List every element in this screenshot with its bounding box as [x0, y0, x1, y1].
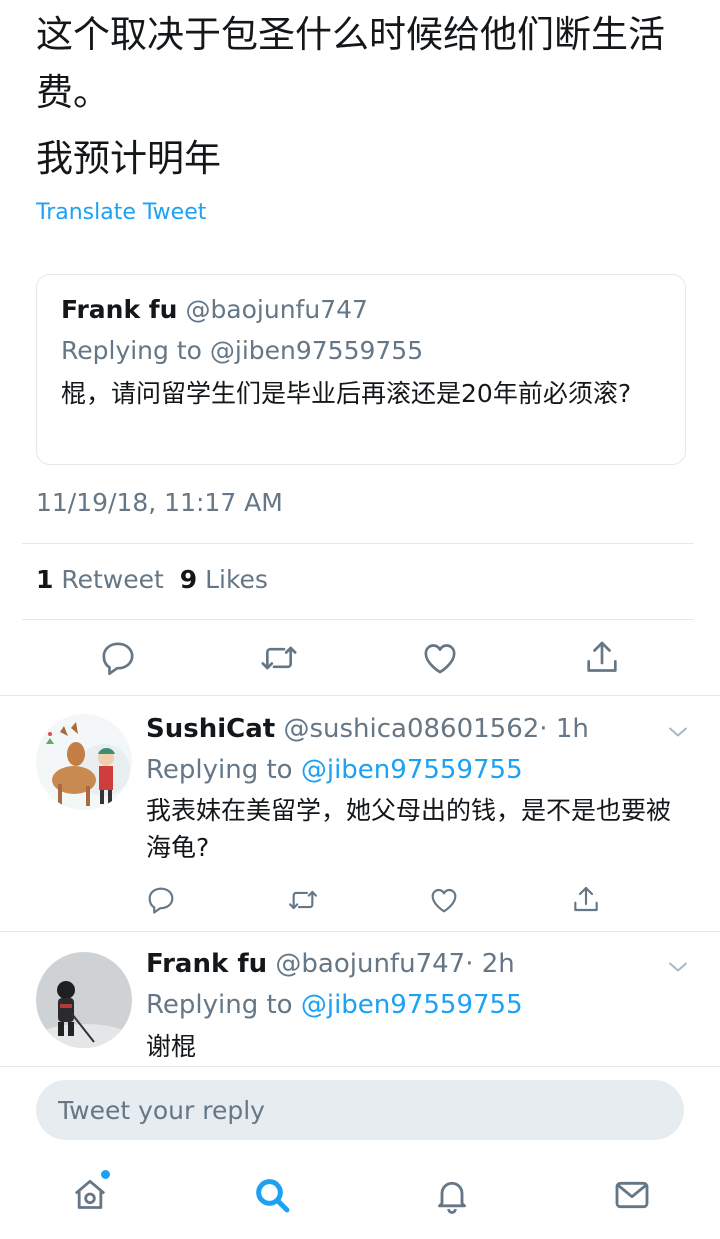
reply-replying-to: Replying to @jiben97559755	[146, 753, 523, 787]
quoted-author-name: Frank fu	[61, 295, 178, 324]
reply-input[interactable]	[36, 1080, 684, 1140]
tweet-action-bar	[0, 630, 720, 690]
replying-to-handle[interactable]: @jiben97559755	[301, 755, 523, 785]
quoted-tweet[interactable]: Frank fu @baojunfu747 Replying to @jiben…	[36, 274, 686, 465]
avatar[interactable]	[36, 714, 132, 810]
quoted-replying-to: Replying to @jiben97559755	[61, 336, 424, 365]
like-count: 9	[179, 565, 198, 594]
like-icon[interactable]	[420, 638, 460, 678]
home-icon[interactable]	[70, 1175, 110, 1215]
retweet-icon[interactable]	[259, 638, 299, 678]
reply-author-name[interactable]: SushiCat	[146, 714, 275, 744]
reply-replying-to: Replying to @jiben97559755	[146, 988, 523, 1022]
replying-to-label: Replying to	[146, 990, 301, 1020]
divider	[22, 543, 694, 544]
quoted-author-handle: @baojunfu747	[185, 295, 368, 324]
reply-tweet[interactable]: Frank fu @baojunfu747· 2h Replying to @j…	[0, 932, 720, 1066]
like-count-link[interactable]: 9 Likes	[180, 565, 268, 594]
reply-time: · 2h	[465, 949, 515, 979]
reply-text: 我表妹在美留学，她父母出的钱，是不是也要被海龟?	[146, 796, 672, 862]
retweet-label: Retweet	[61, 565, 164, 594]
tweet-stats: 1 Retweet 9 Likes	[36, 565, 268, 594]
notification-dot	[101, 1170, 110, 1179]
retweet-icon[interactable]	[287, 884, 319, 916]
tweet-timestamp: 11/19/18, 11:17 AM	[36, 488, 283, 517]
reply-tweet[interactable]: SushiCat @sushica08601562· 1h Replying t…	[0, 696, 720, 931]
replying-to-label: Replying to	[146, 755, 301, 785]
replying-to-handle[interactable]: @jiben97559755	[301, 990, 523, 1020]
reply-author-name[interactable]: Frank fu	[146, 949, 267, 979]
search-icon[interactable]	[252, 1175, 292, 1215]
reply-text: 谢棍	[146, 1032, 197, 1061]
reply-header: SushiCat @sushica08601562· 1h	[146, 712, 589, 746]
share-icon[interactable]	[570, 884, 602, 916]
messages-icon[interactable]	[612, 1175, 652, 1215]
like-icon[interactable]	[428, 884, 460, 916]
avatar[interactable]	[36, 952, 132, 1048]
reply-icon[interactable]	[145, 884, 177, 916]
reply-icon[interactable]	[98, 638, 138, 678]
quoted-tweet-text: 棍，请问留学生们是毕业后再滚还是20年前必须滚?	[61, 379, 632, 408]
notifications-icon[interactable]	[432, 1175, 472, 1215]
quoted-tweet-header: Frank fu @baojunfu747	[61, 293, 368, 327]
reply-author-handle: @baojunfu747	[275, 949, 466, 979]
divider	[22, 619, 694, 620]
tweet-text: 这个取决于包圣什么时候给他们断生活费。	[36, 13, 665, 114]
chevron-down-icon[interactable]	[666, 720, 690, 744]
translate-tweet-link[interactable]: Translate Tweet	[36, 200, 206, 225]
likes-label: Likes	[205, 565, 268, 594]
reply-author-handle: @sushica08601562	[283, 714, 540, 744]
retweet-count: 1	[36, 565, 54, 594]
reply-header: Frank fu @baojunfu747· 2h	[146, 947, 515, 981]
retweet-count-link[interactable]: 1 Retweet	[36, 565, 164, 594]
chevron-down-icon[interactable]	[666, 955, 690, 979]
tweet-text-continued: 我预计明年	[36, 137, 221, 180]
reply-time: · 1h	[539, 714, 589, 744]
share-icon[interactable]	[582, 638, 622, 678]
